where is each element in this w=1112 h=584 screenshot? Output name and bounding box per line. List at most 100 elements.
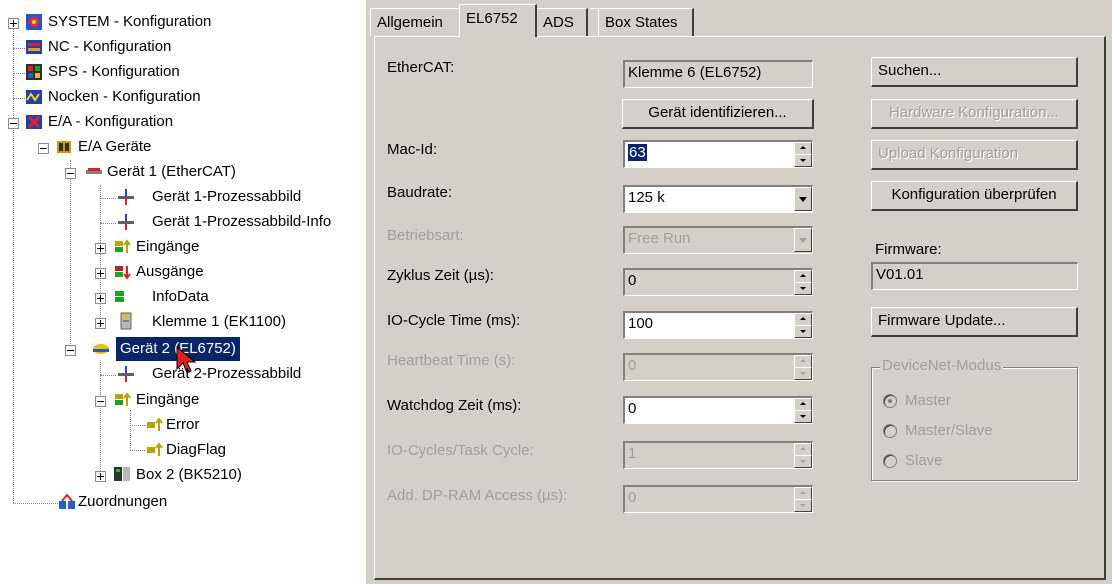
collapse-icon[interactable] <box>38 143 49 154</box>
dpram-value: 0 <box>628 489 637 506</box>
tree-item-device-1[interactable]: Gerät 1 (EtherCAT) <box>0 160 320 184</box>
terminal-icon <box>120 312 132 330</box>
tree-item-process-image[interactable]: Gerät 1-Prozessabbild <box>0 185 340 209</box>
tree-item-nocken[interactable]: Nocken - Konfiguration <box>0 85 300 109</box>
tree-item-label: SPS - Konfiguration <box>48 63 180 80</box>
tree-item-io[interactable]: E/A - Konfiguration <box>0 110 300 134</box>
zyklus-label: Zyklus Zeit (µs): <box>387 267 494 284</box>
hardware-config-button: Hardware Konfiguration... <box>871 99 1078 129</box>
macid-value: 63 <box>628 144 647 161</box>
tree-item-label: Ausgänge <box>136 263 204 280</box>
tree-item-label: DiagFlag <box>166 441 227 458</box>
stepper-buttons[interactable] <box>794 313 812 338</box>
tree-item-terminal-1[interactable]: Klemme 1 (EK1100) <box>0 310 320 334</box>
tree-item-label: Klemme 1 (EK1100) <box>152 313 286 330</box>
tree-item-diagflag[interactable]: DiagFlag <box>0 438 300 462</box>
expand-icon[interactable] <box>95 318 106 329</box>
macid-label: Mac-Id: <box>387 141 438 158</box>
expand-icon[interactable] <box>95 293 106 304</box>
collapse-icon[interactable] <box>95 396 106 407</box>
search-button[interactable]: Suchen... <box>871 57 1078 87</box>
tree-item-sps[interactable]: SPS - Konfiguration <box>0 60 300 84</box>
process-image-icon <box>118 189 134 205</box>
heartbeat-label: Heartbeat Time (s): <box>387 352 516 369</box>
chevron-down-icon <box>794 228 812 252</box>
radio-master <box>883 394 897 408</box>
tree-item-infodata[interactable]: InfoData <box>0 285 300 309</box>
tab-allgemein[interactable]: Allgemein <box>370 8 461 36</box>
inputs-icon <box>115 239 131 253</box>
radio-master-slave <box>883 424 897 438</box>
radio-master-slave-label: Master/Slave <box>905 422 993 439</box>
expand-icon[interactable] <box>8 18 19 29</box>
baudrate-select[interactable]: 125 k <box>623 185 813 213</box>
dpram-stepper: 0 <box>623 485 813 513</box>
stepper-buttons[interactable] <box>794 142 812 167</box>
ethercat-value: Klemme 6 (EL6752) <box>628 64 762 81</box>
tree-item-error[interactable]: Error <box>0 413 300 437</box>
expand-icon[interactable] <box>95 243 106 254</box>
tree-item-label: Nocken - Konfiguration <box>48 88 201 105</box>
tab-content: EtherCAT: Klemme 6 (EL6752) Gerät identi… <box>374 36 1106 580</box>
ethercat-label: EtherCAT: <box>387 59 455 76</box>
stepper-down-icon[interactable] <box>794 325 812 338</box>
tree-item-outputs-1[interactable]: Ausgänge <box>0 260 300 284</box>
plc-config-icon <box>26 64 42 80</box>
tree-item-label: InfoData <box>152 288 209 305</box>
identify-device-button[interactable]: Gerät identifizieren... <box>622 99 814 129</box>
tree-item-device-2[interactable]: Gerät 2 (EL6752) <box>0 337 300 374</box>
baudrate-label: Baudrate: <box>387 184 453 201</box>
expand-icon[interactable] <box>95 268 106 279</box>
heartbeat-stepper: 0 <box>623 353 813 381</box>
tree-item-process-image-info[interactable]: Gerät 1-Prozessabbild-Info <box>0 210 360 234</box>
tree-item-inputs-2[interactable]: Eingänge <box>0 388 300 412</box>
macid-stepper[interactable]: 63 <box>623 140 813 168</box>
chevron-down-icon[interactable] <box>794 187 812 211</box>
iotask-label: IO-Cycles/Task Cycle: <box>387 442 534 459</box>
tab-ads[interactable]: ADS <box>536 8 588 36</box>
tree-item-box-2[interactable]: Box 2 (BK5210) <box>0 463 320 487</box>
tree-item-system[interactable]: SYSTEM - Konfiguration <box>0 10 300 34</box>
tab-el6752[interactable]: EL6752 <box>459 4 537 37</box>
input-variable-icon <box>147 442 163 456</box>
stepper-buttons <box>794 355 812 380</box>
collapse-icon[interactable] <box>65 168 76 179</box>
expand-icon[interactable] <box>95 471 106 482</box>
dpram-label: Add. DP-RAM Access (µs): <box>387 487 568 504</box>
tree-item-inputs-1[interactable]: Eingänge <box>0 235 300 259</box>
zyklus-value: 0 <box>628 272 637 289</box>
tree-item-nc[interactable]: NC - Konfiguration <box>0 35 300 59</box>
betriebsart-value: Free Run <box>628 230 691 247</box>
iocycle-stepper[interactable]: 100 <box>623 311 813 339</box>
stepper-buttons <box>794 443 812 468</box>
io-config-icon <box>26 115 42 129</box>
tree-item-label: SYSTEM - Konfiguration <box>48 13 212 30</box>
collapse-icon[interactable] <box>8 118 19 129</box>
firmware-update-button[interactable]: Firmware Update... <box>871 307 1078 337</box>
tree-item-label: E/A - Konfiguration <box>48 113 174 130</box>
tree-item-process-image-2[interactable]: Gerät 2-Prozessabbild <box>0 362 340 386</box>
check-config-button[interactable]: Konfiguration überprüfen <box>871 181 1078 211</box>
tree-item-mappings[interactable]: Zuordnungen <box>0 490 300 514</box>
stepper-buttons[interactable] <box>794 398 812 423</box>
tree-item-label: Zuordnungen <box>78 493 168 510</box>
tree-item-label: Gerät 2-Prozessabbild <box>152 365 302 382</box>
config-tree[interactable]: SYSTEM - Konfiguration NC - Konfiguratio… <box>0 0 366 584</box>
watchdog-value: 0 <box>628 400 637 417</box>
stepper-buttons <box>794 487 812 512</box>
zyklus-stepper: 0 <box>623 268 813 296</box>
tree-item-io-devices[interactable]: E/A Geräte <box>0 135 300 159</box>
stepper-down-icon[interactable] <box>794 410 812 423</box>
tab-box-states[interactable]: Box States <box>598 8 694 36</box>
firmware-field: V01.01 <box>871 262 1078 290</box>
stepper-down-icon <box>794 499 812 512</box>
process-image-icon <box>118 366 134 382</box>
input-variable-icon <box>147 417 163 431</box>
tree-item-label: Gerät 1 (EtherCAT) <box>107 163 236 180</box>
upload-config-button: Upload Konfiguration <box>871 140 1078 170</box>
stepper-down-icon <box>794 455 812 468</box>
collapse-icon[interactable] <box>65 345 76 356</box>
heartbeat-value: 0 <box>628 357 637 374</box>
watchdog-stepper[interactable]: 0 <box>623 396 813 424</box>
stepper-down-icon[interactable] <box>794 154 812 167</box>
